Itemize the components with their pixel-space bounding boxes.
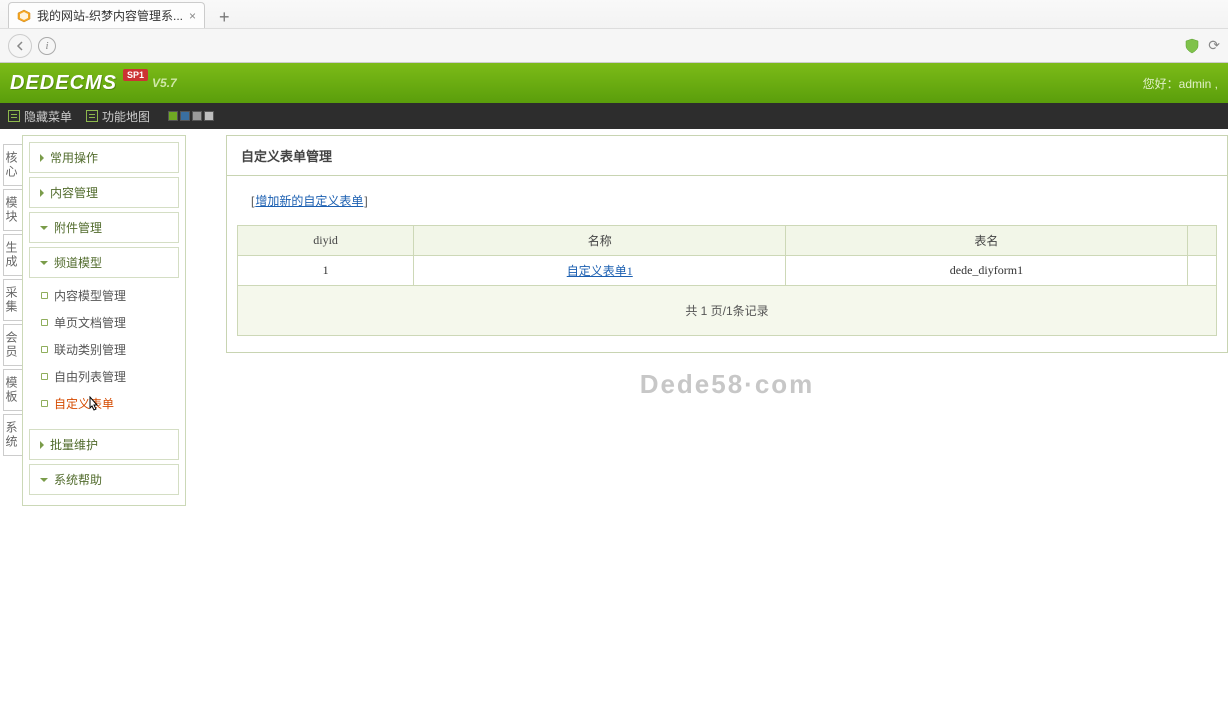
nav-item-label: 联动类别管理: [54, 341, 126, 358]
workspace: 核心 模块 生成 采集 会员 模板 系统 常用操作 内容管理 附件管理 频道模型…: [0, 129, 1228, 512]
nav-section-batch: 批量维护: [29, 429, 179, 460]
col-action: [1187, 226, 1216, 256]
tab-title: 我的网站-织梦内容管理系...: [37, 7, 183, 24]
theme-swatches: [168, 111, 214, 121]
url-bar: i ⟳: [0, 28, 1228, 62]
logo: DEDECMS SP1 V5.7: [10, 72, 177, 95]
table-header-row: diyid 名称 表名: [238, 226, 1217, 256]
new-tab-button[interactable]: +: [213, 7, 236, 28]
theme-swatch-light[interactable]: [204, 111, 214, 121]
cell-action: [1187, 256, 1216, 286]
nav-header-common[interactable]: 常用操作: [30, 143, 178, 172]
nav-item-label: 内容模型管理: [54, 287, 126, 304]
nav-section-common: 常用操作: [29, 142, 179, 173]
hide-menu-label: 隐藏菜单: [24, 108, 72, 125]
side-tab-member[interactable]: 会员: [3, 324, 22, 366]
chevron-down-icon: [40, 478, 48, 482]
chevron-right-icon: [40, 441, 44, 449]
side-tab-generate[interactable]: 生成: [3, 234, 22, 276]
favicon-icon: [17, 9, 31, 23]
nav-item-content-model[interactable]: 内容模型管理: [37, 282, 179, 309]
site-info-icon[interactable]: i: [38, 37, 56, 55]
nav-header-batch[interactable]: 批量维护: [30, 430, 178, 459]
browser-chrome: 我的网站-织梦内容管理系... × + i ⟳: [0, 0, 1228, 63]
main-content: 自定义表单管理 增加新的自定义表单 diyid 名称 表名 1 自定义表单1: [186, 129, 1228, 512]
logo-version: V5.7: [152, 76, 177, 90]
bullet-icon: [41, 319, 48, 326]
nav-item-label: 单页文档管理: [54, 314, 126, 331]
side-tab-core[interactable]: 核心: [3, 144, 22, 186]
theme-swatch-gray[interactable]: [192, 111, 202, 121]
col-name: 名称: [414, 226, 786, 256]
data-table: diyid 名称 表名 1 自定义表单1 dede_diyform1: [237, 225, 1217, 286]
nav-header-help[interactable]: 系统帮助: [30, 465, 178, 494]
function-map-button[interactable]: 功能地图: [86, 108, 150, 125]
nav-back-button[interactable]: [8, 34, 32, 58]
bullet-icon: [41, 400, 48, 407]
theme-swatch-green[interactable]: [168, 111, 178, 121]
nav-label: 内容管理: [50, 184, 98, 201]
hide-menu-button[interactable]: 隐藏菜单: [8, 108, 72, 125]
shield-icon[interactable]: [1184, 38, 1200, 54]
nav-item-diy-form[interactable]: 自定义表单: [37, 390, 179, 417]
chevron-right-icon: [40, 189, 44, 197]
table-row: 1 自定义表单1 dede_diyform1: [238, 256, 1217, 286]
cell-table: dede_diyform1: [786, 256, 1187, 286]
nav-item-single-page[interactable]: 单页文档管理: [37, 309, 179, 336]
cell-diyid: 1: [238, 256, 414, 286]
url-input[interactable]: [62, 34, 1178, 58]
theme-swatch-blue[interactable]: [180, 111, 190, 121]
side-tab-collect[interactable]: 采集: [3, 279, 22, 321]
nav-label: 附件管理: [54, 219, 102, 236]
side-tabs: 核心 模块 生成 采集 会员 模板 系统: [0, 129, 22, 512]
panel-body: 增加新的自定义表单 diyid 名称 表名 1 自定义表单1 dede_diyf…: [226, 175, 1228, 353]
tab-close-icon[interactable]: ×: [189, 9, 196, 23]
nav-label: 系统帮助: [54, 471, 102, 488]
menu-bar: 隐藏菜单 功能地图: [0, 103, 1228, 129]
grid-icon: [8, 110, 20, 122]
nav-item-free-list[interactable]: 自由列表管理: [37, 363, 179, 390]
nav-section-attachment: 附件管理: [29, 212, 179, 243]
nav-section-content: 内容管理: [29, 177, 179, 208]
chevron-right-icon: [40, 154, 44, 162]
tab-bar: 我的网站-织梦内容管理系... × +: [0, 0, 1228, 28]
side-tab-template[interactable]: 模板: [3, 369, 22, 411]
logo-sp-badge: SP1: [123, 69, 148, 81]
add-form-link[interactable]: 增加新的自定义表单: [243, 188, 376, 213]
left-nav: 常用操作 内容管理 附件管理 频道模型 内容模型管理 单页文档管理 联动类别管理…: [22, 135, 186, 506]
function-map-label: 功能地图: [102, 108, 150, 125]
reload-icon[interactable]: ⟳: [1208, 37, 1220, 54]
nav-label: 常用操作: [50, 149, 98, 166]
grid-icon: [86, 110, 98, 122]
bullet-icon: [41, 346, 48, 353]
panel-title: 自定义表单管理: [226, 135, 1228, 175]
nav-header-channel[interactable]: 频道模型: [29, 247, 179, 278]
col-table: 表名: [786, 226, 1187, 256]
side-tab-system[interactable]: 系统: [3, 414, 22, 456]
watermark: Dede58·com: [226, 369, 1228, 400]
nav-label: 频道模型: [54, 254, 102, 271]
col-diyid: diyid: [238, 226, 414, 256]
logo-text: DEDECMS: [10, 72, 117, 95]
side-tab-module[interactable]: 模块: [3, 189, 22, 231]
pager: 共 1 页/1条记录: [237, 286, 1217, 336]
app-header: DEDECMS SP1 V5.7 您好：admin ,: [0, 63, 1228, 103]
nav-section-help: 系统帮助: [29, 464, 179, 495]
cell-name: 自定义表单1: [414, 256, 786, 286]
nav-items-channel: 内容模型管理 单页文档管理 联动类别管理 自由列表管理 自定义表单: [29, 278, 179, 425]
nav-header-content[interactable]: 内容管理: [30, 178, 178, 207]
bullet-icon: [41, 292, 48, 299]
user-greeting: 您好：admin ,: [1143, 75, 1218, 92]
chevron-down-icon: [40, 226, 48, 230]
nav-item-label: 自由列表管理: [54, 368, 126, 385]
bullet-icon: [41, 373, 48, 380]
chevron-down-icon: [40, 261, 48, 265]
nav-section-channel: 频道模型 内容模型管理 单页文档管理 联动类别管理 自由列表管理 自定义表单: [29, 247, 179, 425]
form-name-link[interactable]: 自定义表单1: [567, 264, 633, 278]
nav-item-linkage[interactable]: 联动类别管理: [37, 336, 179, 363]
nav-item-label: 自定义表单: [54, 395, 114, 412]
browser-tab[interactable]: 我的网站-织梦内容管理系... ×: [8, 2, 205, 28]
nav-header-attachment[interactable]: 附件管理: [30, 213, 178, 242]
nav-label: 批量维护: [50, 436, 98, 453]
